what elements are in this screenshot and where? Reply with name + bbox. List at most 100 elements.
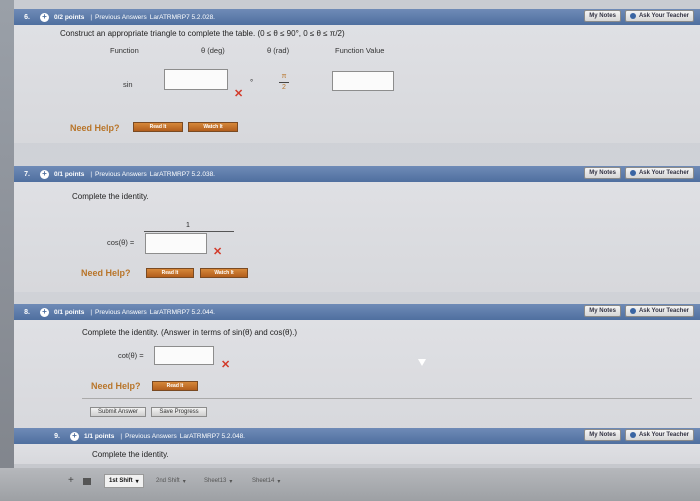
- column-header-radians: θ (rad): [267, 46, 290, 55]
- question-8-body: Complete the identity. (Answer in terms …: [14, 320, 700, 436]
- expand-icon[interactable]: +: [70, 431, 79, 441]
- plus-icon: [629, 308, 636, 314]
- sheet-tab-2nd-shift[interactable]: 2nd Shift ▾: [152, 474, 190, 488]
- fraction-numerator: π: [281, 73, 287, 80]
- previous-answers-link[interactable]: Previous Answers: [95, 171, 147, 178]
- column-header-function-value: Function Value: [335, 46, 385, 55]
- ask-teacher-button[interactable]: Ask Your Teacher: [624, 10, 694, 22]
- my-notes-label: My Notes: [589, 432, 616, 438]
- question-6-body: Construct an appropriate triangle to com…: [14, 25, 700, 143]
- read-it-button[interactable]: Read It: [152, 381, 198, 391]
- question-number: 7.: [24, 170, 30, 178]
- question-7-header: 7. + 0/1 points | Previous Answers LarAT…: [14, 166, 700, 182]
- plus-icon: [629, 170, 636, 176]
- expand-icon[interactable]: +: [40, 12, 49, 22]
- degree-symbol: °: [250, 78, 254, 87]
- identity-lhs: cos(θ) =: [107, 238, 135, 247]
- incorrect-icon: ✕: [234, 88, 244, 100]
- mouse-cursor-icon: [418, 359, 426, 366]
- incorrect-icon: ✕: [221, 359, 231, 371]
- question-7: 7. + 0/1 points | Previous Answers LarAT…: [14, 166, 700, 292]
- question-code: LarATRMRP7 5.2.044.: [149, 308, 215, 316]
- need-help-label: Need Help?: [91, 381, 141, 391]
- question-6: 6. + 0/2 points | Previous Answers LarAT…: [14, 9, 700, 143]
- previous-answers-link[interactable]: Previous Answers: [95, 309, 147, 316]
- question-code: LarATRMRP7 5.2.048.: [179, 432, 245, 440]
- question-9: 9. + 1/1 points | Previous Answers LarAT…: [14, 428, 700, 464]
- points-label: 1/1 points: [84, 432, 115, 440]
- previous-answers-link[interactable]: Previous Answers: [125, 433, 177, 440]
- read-it-button[interactable]: Read It: [146, 268, 194, 278]
- ask-teacher-label: Ask Your Teacher: [638, 432, 689, 438]
- ask-teacher-label: Ask Your Teacher: [638, 170, 689, 176]
- question-code: LarATRMRP7 5.2.028.: [149, 13, 215, 21]
- sheet-tab-1st-shift[interactable]: 1st Shift ▾: [104, 474, 144, 488]
- add-sheet-icon[interactable]: +: [68, 475, 74, 486]
- points-label: 0/1 points: [54, 308, 85, 316]
- question-8-header: 8. + 0/1 points | Previous Answers LarAT…: [14, 304, 700, 320]
- question-9-body: Complete the identity.: [14, 444, 700, 464]
- ask-teacher-label: Ask Your Teacher: [638, 308, 689, 314]
- question-8: 8. + 0/1 points | Previous Answers LarAT…: [14, 304, 700, 436]
- chevron-down-icon: ▾: [277, 478, 281, 485]
- question-code: LarATRMRP7 5.2.038.: [149, 170, 215, 178]
- sheet-tab-label: Sheet14: [252, 478, 275, 484]
- ask-teacher-button[interactable]: Ask Your Teacher: [624, 429, 694, 441]
- my-notes-button[interactable]: My Notes: [584, 10, 621, 22]
- sheet-tab-sheet13[interactable]: Sheet13 ▾: [200, 474, 236, 488]
- fraction-bar: [279, 82, 289, 83]
- column-header-function: Function: [110, 46, 139, 55]
- separator: |: [120, 432, 123, 440]
- chevron-down-icon: ▾: [135, 478, 139, 485]
- question-7-body: Complete the identity. 1 cos(θ) = ✕ Need…: [14, 182, 700, 292]
- submit-answer-button[interactable]: Submit Answer: [90, 407, 146, 417]
- ask-teacher-button[interactable]: Ask Your Teacher: [624, 167, 694, 179]
- fraction-numerator: 1: [186, 222, 190, 229]
- function-value-input[interactable]: [332, 71, 394, 91]
- read-it-button[interactable]: Read It: [133, 122, 183, 132]
- my-notes-button[interactable]: My Notes: [584, 429, 621, 441]
- my-notes-label: My Notes: [589, 308, 616, 314]
- identity-answer-input[interactable]: [154, 346, 214, 365]
- question-number: 8.: [24, 308, 30, 316]
- watch-it-button[interactable]: Watch It: [200, 268, 248, 278]
- separator: |: [90, 308, 93, 316]
- my-notes-button[interactable]: My Notes: [584, 305, 621, 317]
- expand-icon[interactable]: +: [40, 169, 49, 179]
- save-progress-button[interactable]: Save Progress: [151, 407, 207, 417]
- sheet-tab-label: 1st Shift: [109, 478, 133, 484]
- my-notes-button[interactable]: My Notes: [584, 167, 621, 179]
- identity-lhs: cot(θ) =: [118, 351, 144, 360]
- plus-icon: [629, 432, 636, 438]
- separator: |: [90, 13, 93, 21]
- assignment-page: 6. + 0/2 points | Previous Answers LarAT…: [14, 0, 700, 501]
- question-number: 6.: [24, 13, 30, 21]
- sheet-tab-sheet14[interactable]: Sheet14 ▾: [248, 474, 284, 488]
- question-9-header: 9. + 1/1 points | Previous Answers LarAT…: [14, 428, 700, 444]
- ask-teacher-button[interactable]: Ask Your Teacher: [624, 305, 694, 317]
- identity-answer-input[interactable]: [145, 233, 207, 254]
- sheet-list-icon[interactable]: [83, 478, 91, 485]
- points-label: 0/2 points: [54, 13, 85, 21]
- need-help-label: Need Help?: [81, 268, 131, 278]
- degree-answer-input[interactable]: [164, 69, 228, 90]
- incorrect-icon: ✕: [213, 246, 223, 258]
- previous-answers-link[interactable]: Previous Answers: [95, 14, 147, 21]
- need-help-label: Need Help?: [70, 123, 120, 133]
- section-divider: [82, 398, 692, 399]
- question-number: 9.: [54, 432, 60, 440]
- my-notes-label: My Notes: [589, 13, 616, 19]
- question-prompt: Complete the identity. (Answer in terms …: [82, 328, 298, 337]
- separator: |: [90, 170, 93, 178]
- watch-it-button[interactable]: Watch It: [188, 122, 238, 132]
- column-header-degrees: θ (deg): [201, 46, 225, 55]
- points-label: 0/1 points: [54, 170, 85, 178]
- expand-icon[interactable]: +: [40, 307, 49, 317]
- fraction-bar: [144, 231, 234, 232]
- function-name: sin: [123, 80, 133, 89]
- sheet-tab-label: 2nd Shift: [156, 478, 180, 484]
- question-6-header: 6. + 0/2 points | Previous Answers LarAT…: [14, 9, 700, 25]
- question-prompt: Construct an appropriate triangle to com…: [60, 29, 345, 38]
- radian-fraction: π 2: [279, 73, 289, 91]
- fraction-denominator: 2: [282, 84, 286, 91]
